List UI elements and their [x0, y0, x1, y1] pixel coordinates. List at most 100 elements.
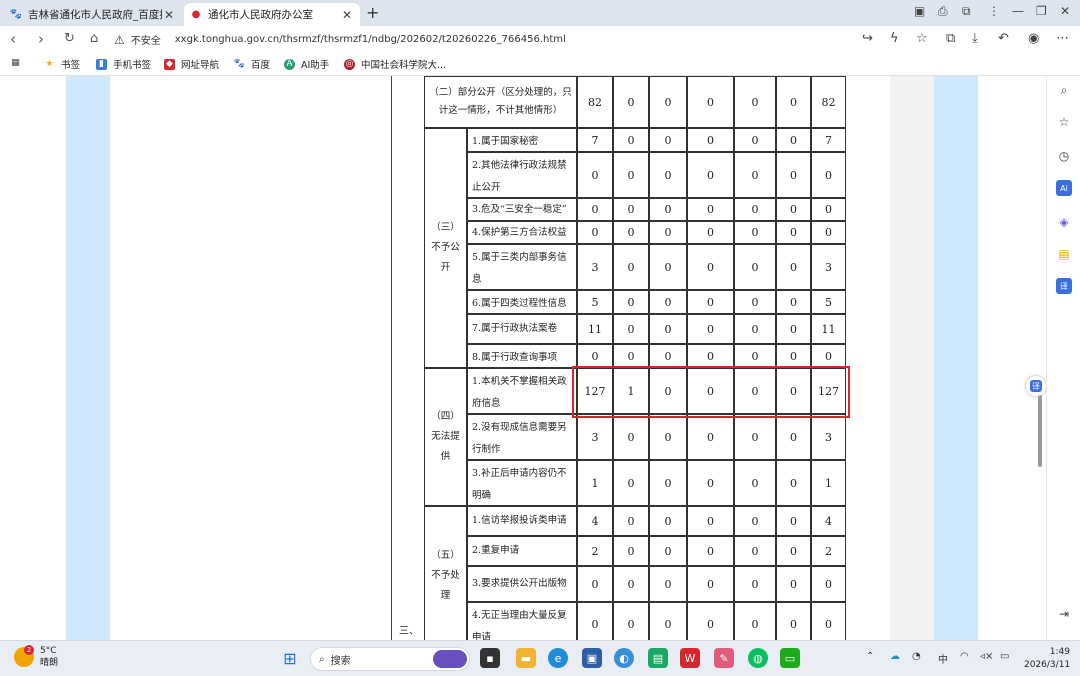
- apps-grid-icon[interactable]: ▦: [10, 57, 27, 68]
- chat-icon[interactable]: ▭: [780, 648, 800, 668]
- bookmark-item[interactable]: ◎ 中国社会科学院大...: [344, 57, 446, 71]
- tab-tonghua-office[interactable]: ● 通化市人民政府办公室 ✕: [184, 3, 360, 26]
- value-cell: 0: [776, 152, 811, 198]
- bookmark-item[interactable]: 🐾 百度: [234, 57, 270, 71]
- windows-start-icon[interactable]: ⊞: [280, 648, 300, 668]
- row-subcategory: 2.没有现成信息需要另行制作: [467, 414, 577, 460]
- new-tab-button[interactable]: +: [366, 3, 379, 22]
- close-window-icon[interactable]: ✕: [1060, 4, 1070, 18]
- row-subcategory: 2.其他法律行政法规禁止公开: [467, 152, 577, 198]
- minimize-icon[interactable]: —: [1012, 4, 1024, 18]
- star-icon[interactable]: ☆: [916, 31, 928, 46]
- favorites-icon[interactable]: ☆: [1056, 114, 1072, 130]
- value-cell: 0: [687, 566, 734, 602]
- baidu-paw-icon: 🐾: [9, 9, 23, 20]
- url-field[interactable]: ⚠ 不安全 xxgk.tonghua.gov.cn/thsrmzf/thsrmz…: [114, 29, 944, 50]
- value-cell: 0: [613, 344, 649, 368]
- value-cell: 0: [687, 414, 734, 460]
- home-icon[interactable]: ⌂: [90, 31, 98, 46]
- bookmark-item[interactable]: ▮ 手机书签: [96, 57, 151, 71]
- reload-icon[interactable]: ↻: [64, 31, 75, 46]
- translate-icon[interactable]: 译: [1056, 278, 1072, 294]
- extensions-icon[interactable]: ⧉: [946, 31, 955, 46]
- value-cell: 0: [649, 128, 687, 152]
- value-cell: 0: [734, 460, 776, 506]
- share-icon[interactable]: ↪: [862, 31, 873, 46]
- baidu-paw-icon: 🐾: [233, 59, 246, 69]
- bookmark-item[interactable]: ★ 书签: [44, 57, 80, 71]
- wechat-icon[interactable]: ◍: [748, 648, 768, 668]
- value-cell: 7: [811, 128, 846, 152]
- value-cell: 0: [687, 290, 734, 314]
- sync-icon[interactable]: ◔: [912, 651, 921, 662]
- tab-baidu-search[interactable]: 🐾 吉林省通化市人民政府_百度搜索 ✕: [4, 3, 182, 26]
- extension-icon[interactable]: ⧉: [962, 4, 971, 19]
- onedrive-icon[interactable]: ☁: [890, 651, 900, 662]
- scrollbar[interactable]: [1038, 395, 1042, 467]
- download-icon[interactable]: ⤓: [972, 31, 978, 46]
- value-cell: 11: [577, 314, 613, 344]
- taskbar-search[interactable]: ⌕ 搜索: [310, 647, 470, 671]
- system-clock[interactable]: 1:49 2026/3/11: [1024, 646, 1070, 672]
- translate-float-button[interactable]: 译: [1026, 376, 1046, 396]
- value-cell: 0: [734, 221, 776, 244]
- close-tab-icon[interactable]: ✕: [162, 8, 176, 22]
- value-cell: 11: [811, 314, 846, 344]
- store-icon[interactable]: ▣: [582, 648, 602, 668]
- tray-expand-icon[interactable]: ⌃: [866, 651, 874, 662]
- volume-icon[interactable]: ◃×: [980, 651, 993, 662]
- lightning-icon[interactable]: ϟ: [890, 31, 899, 46]
- value-cell: 0: [687, 314, 734, 344]
- tab-actions-icon[interactable]: ▣: [914, 4, 925, 18]
- profile-icon[interactable]: ◉: [1028, 31, 1039, 46]
- value-cell: 82: [577, 76, 613, 128]
- right-margin-band: [934, 76, 978, 640]
- back-icon[interactable]: ‹: [10, 30, 16, 48]
- ai-icon[interactable]: Ai: [1056, 180, 1072, 196]
- browser-icon[interactable]: ◐: [614, 648, 634, 668]
- toolbox-icon[interactable]: ▤: [1056, 246, 1072, 262]
- translate-icon: 译: [1030, 380, 1042, 392]
- forward-icon[interactable]: ›: [38, 30, 44, 48]
- right-gray-band: [890, 76, 934, 640]
- row-subcategory: 8.属于行政查询事项: [467, 344, 577, 368]
- value-cell: 4: [811, 506, 846, 536]
- row-subcategory: 7.属于行政执法案卷: [467, 314, 577, 344]
- phone-bookmark-icon: ▮: [96, 58, 107, 70]
- bing-art-icon: [433, 650, 467, 668]
- weather-widget[interactable]: 2 5°C 晴朗: [14, 645, 58, 669]
- value-cell: 0: [613, 506, 649, 536]
- wifi-icon[interactable]: ◠: [960, 651, 969, 662]
- maximize-icon[interactable]: ❐: [1036, 4, 1047, 18]
- edge-icon[interactable]: e: [548, 648, 568, 668]
- value-cell: 0: [687, 128, 734, 152]
- value-cell: 82: [811, 76, 846, 128]
- bookmark-item[interactable]: A AI助手: [284, 57, 329, 71]
- messaging-icon[interactable]: ▤: [648, 648, 668, 668]
- history-icon[interactable]: ◷: [1056, 148, 1072, 164]
- undo-icon[interactable]: ↶: [998, 31, 1009, 46]
- value-cell: 0: [649, 460, 687, 506]
- paint-icon[interactable]: ✎: [714, 648, 734, 668]
- wps-icon[interactable]: W: [680, 648, 700, 668]
- value-cell: 0: [649, 602, 687, 640]
- value-cell: 0: [734, 152, 776, 198]
- ime-indicator[interactable]: 中: [938, 651, 948, 666]
- more-menu-icon[interactable]: ⋯: [1056, 31, 1069, 46]
- value-cell: 0: [776, 221, 811, 244]
- collapse-sidebar-icon[interactable]: ⇥: [1056, 606, 1072, 622]
- bookmark-item[interactable]: ◆ 网址导航: [164, 57, 219, 71]
- battery-icon[interactable]: ▭: [1000, 651, 1009, 662]
- value-cell: 0: [776, 314, 811, 344]
- value-cell: 0: [811, 198, 846, 221]
- value-cell: 0: [811, 602, 846, 640]
- search-icon[interactable]: ⌕: [1056, 82, 1072, 98]
- close-tab-icon[interactable]: ✕: [340, 8, 354, 22]
- file-explorer-icon[interactable]: ▬: [516, 648, 536, 668]
- print-icon[interactable]: ⎙: [938, 4, 948, 19]
- page-content: 三、 （二）部分公开（区分处理的，只计这一情形，不计其他情形） （三）不予公开 …: [0, 76, 1046, 640]
- game-icon[interactable]: ◈: [1056, 214, 1072, 230]
- task-view-icon[interactable]: ▪: [480, 648, 500, 668]
- value-cell: 0: [687, 152, 734, 198]
- value-cell: 2: [577, 536, 613, 566]
